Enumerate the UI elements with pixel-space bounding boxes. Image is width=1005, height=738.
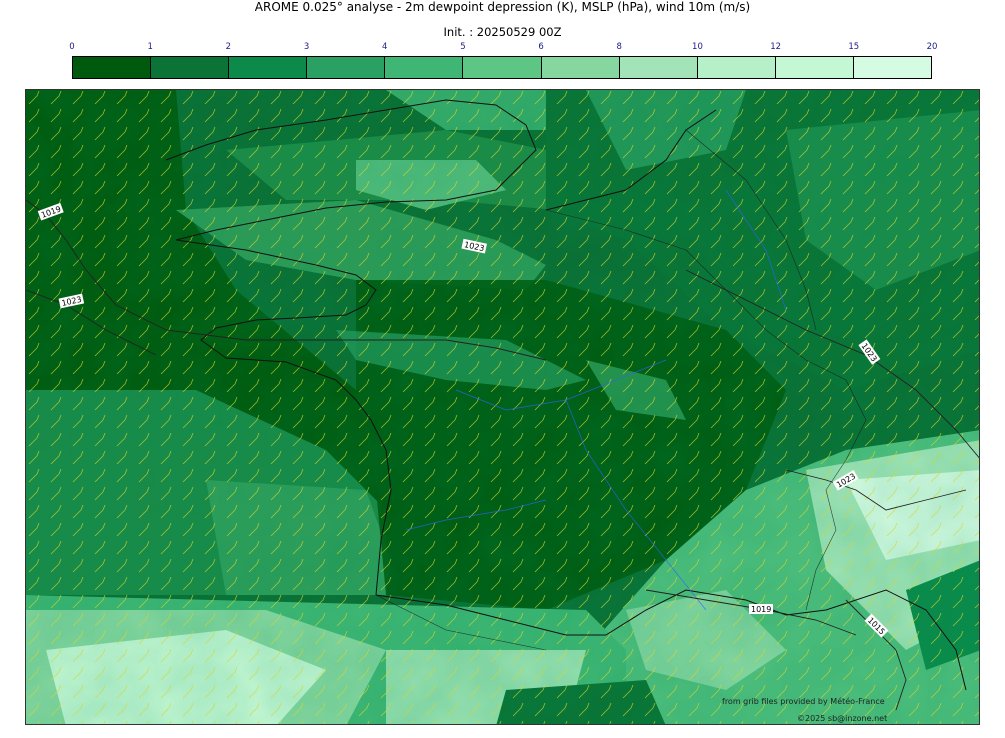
colorbar-segment bbox=[73, 57, 152, 78]
colorbar bbox=[72, 56, 932, 79]
colorbar-tick-label: 5 bbox=[460, 42, 466, 52]
colorbar-tick-label: 0 bbox=[69, 42, 75, 52]
colorbar-segment bbox=[385, 57, 464, 78]
colorbar-segment bbox=[463, 57, 542, 78]
colorbar-tick-label: 15 bbox=[848, 42, 860, 52]
init-time: Init. : 20250529 00Z bbox=[443, 25, 562, 39]
chart-title: AROME 0.025° analyse - 2m dewpoint depre… bbox=[254, 0, 751, 14]
colorbar-segment bbox=[541, 57, 620, 78]
colorbar-tick-label: 6 bbox=[538, 42, 544, 52]
colorbar-tick-label: 4 bbox=[382, 42, 388, 52]
wind-barbs bbox=[26, 90, 979, 724]
isobar-label: 1019 bbox=[751, 605, 771, 614]
colorbar-tick-label: 2 bbox=[225, 42, 232, 52]
map-svg: 1019 1023 1023 1023 1023 1019 1015 bbox=[26, 90, 979, 724]
weather-map: 1019 1023 1023 1023 1023 1019 1015 bbox=[25, 89, 980, 725]
colorbar-segment bbox=[697, 57, 776, 78]
colorbar-tick-label: 1 bbox=[147, 42, 153, 52]
colorbar-ticks: 0 1 2 3 4 5 6 8 10 12 15 20 bbox=[69, 42, 937, 54]
colorbar-tick-label: 12 bbox=[770, 42, 782, 52]
colorbar-segment bbox=[853, 57, 932, 78]
copyright-credit: ©2025 sb@inzone.net bbox=[797, 714, 888, 723]
colorbar-tick-label: 10 bbox=[692, 42, 703, 52]
colorbar-segment bbox=[229, 57, 308, 78]
colorbar-tick-label: 8 bbox=[616, 42, 622, 52]
source-credit: from grib files provided by Météo-France bbox=[722, 697, 885, 706]
colorbar-segment bbox=[775, 57, 854, 78]
colorbar-segment bbox=[307, 57, 386, 78]
colorbar-tick-label: 3 bbox=[303, 42, 310, 52]
colorbar-segment bbox=[619, 57, 698, 78]
colorbar-segment bbox=[151, 57, 230, 78]
colorbar-tick-label: 20 bbox=[926, 42, 938, 52]
